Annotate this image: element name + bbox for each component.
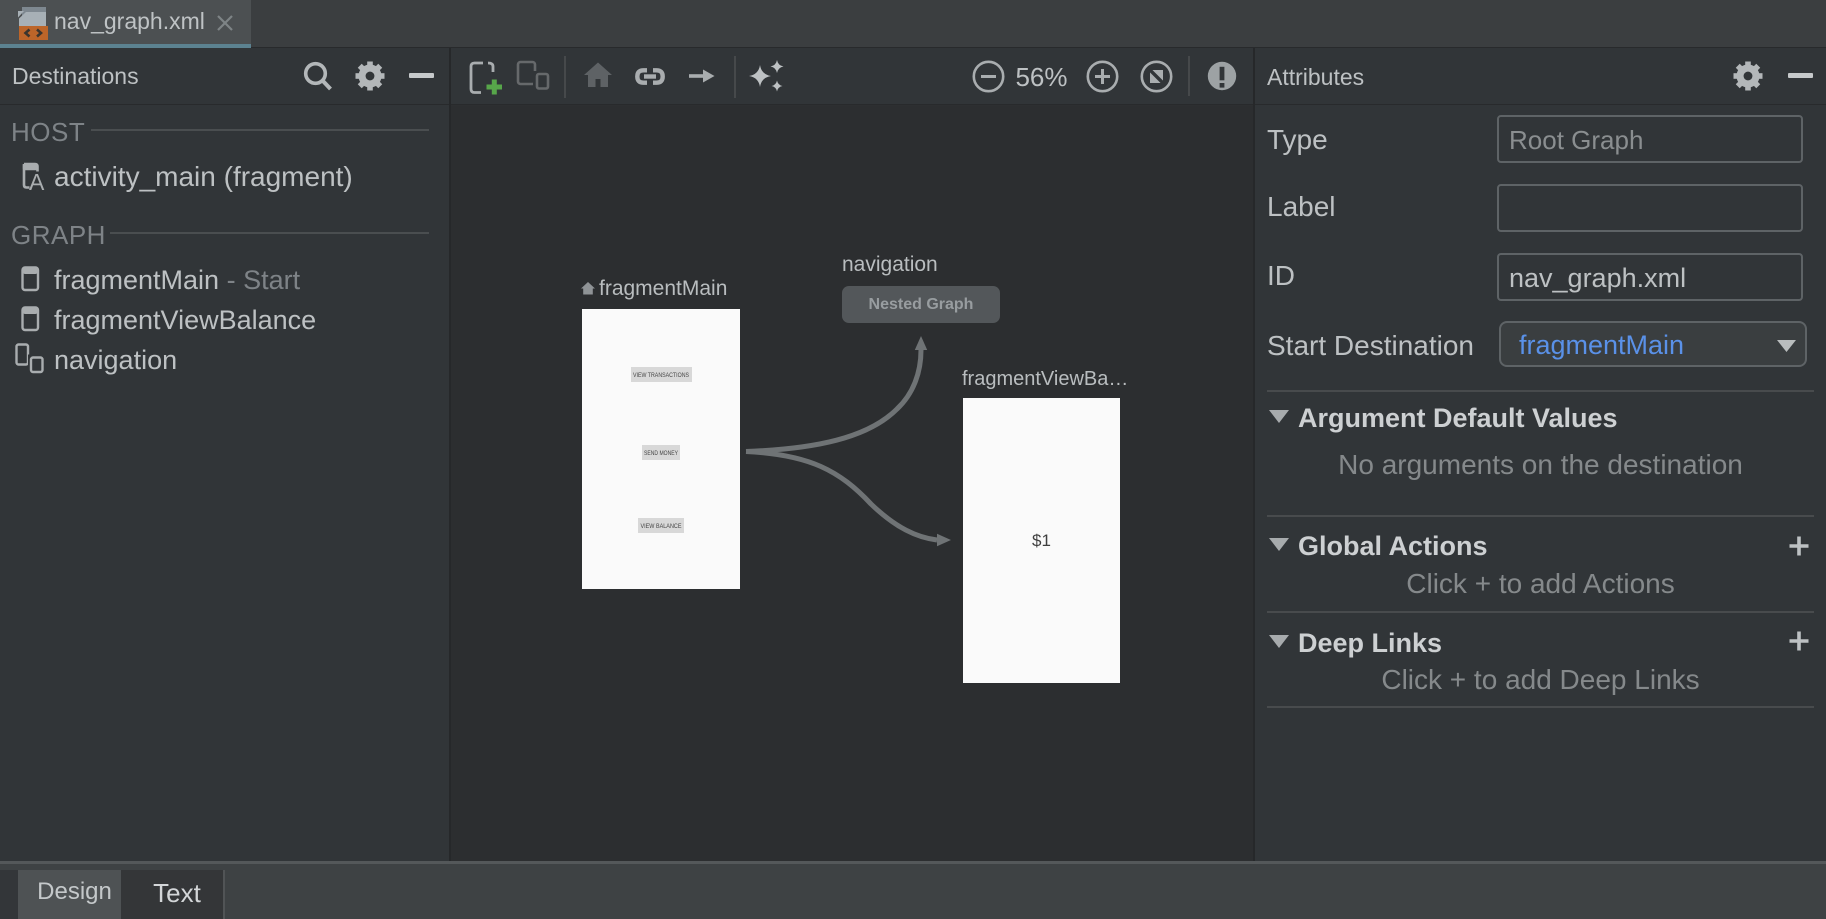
svg-text:VIEW TRANSACTIONS: VIEW TRANSACTIONS xyxy=(633,372,689,379)
svg-text:A: A xyxy=(29,169,45,192)
svg-text:SEND MONEY: SEND MONEY xyxy=(644,450,678,457)
svg-text:VIEW BALANCE: VIEW BALANCE xyxy=(641,523,682,530)
